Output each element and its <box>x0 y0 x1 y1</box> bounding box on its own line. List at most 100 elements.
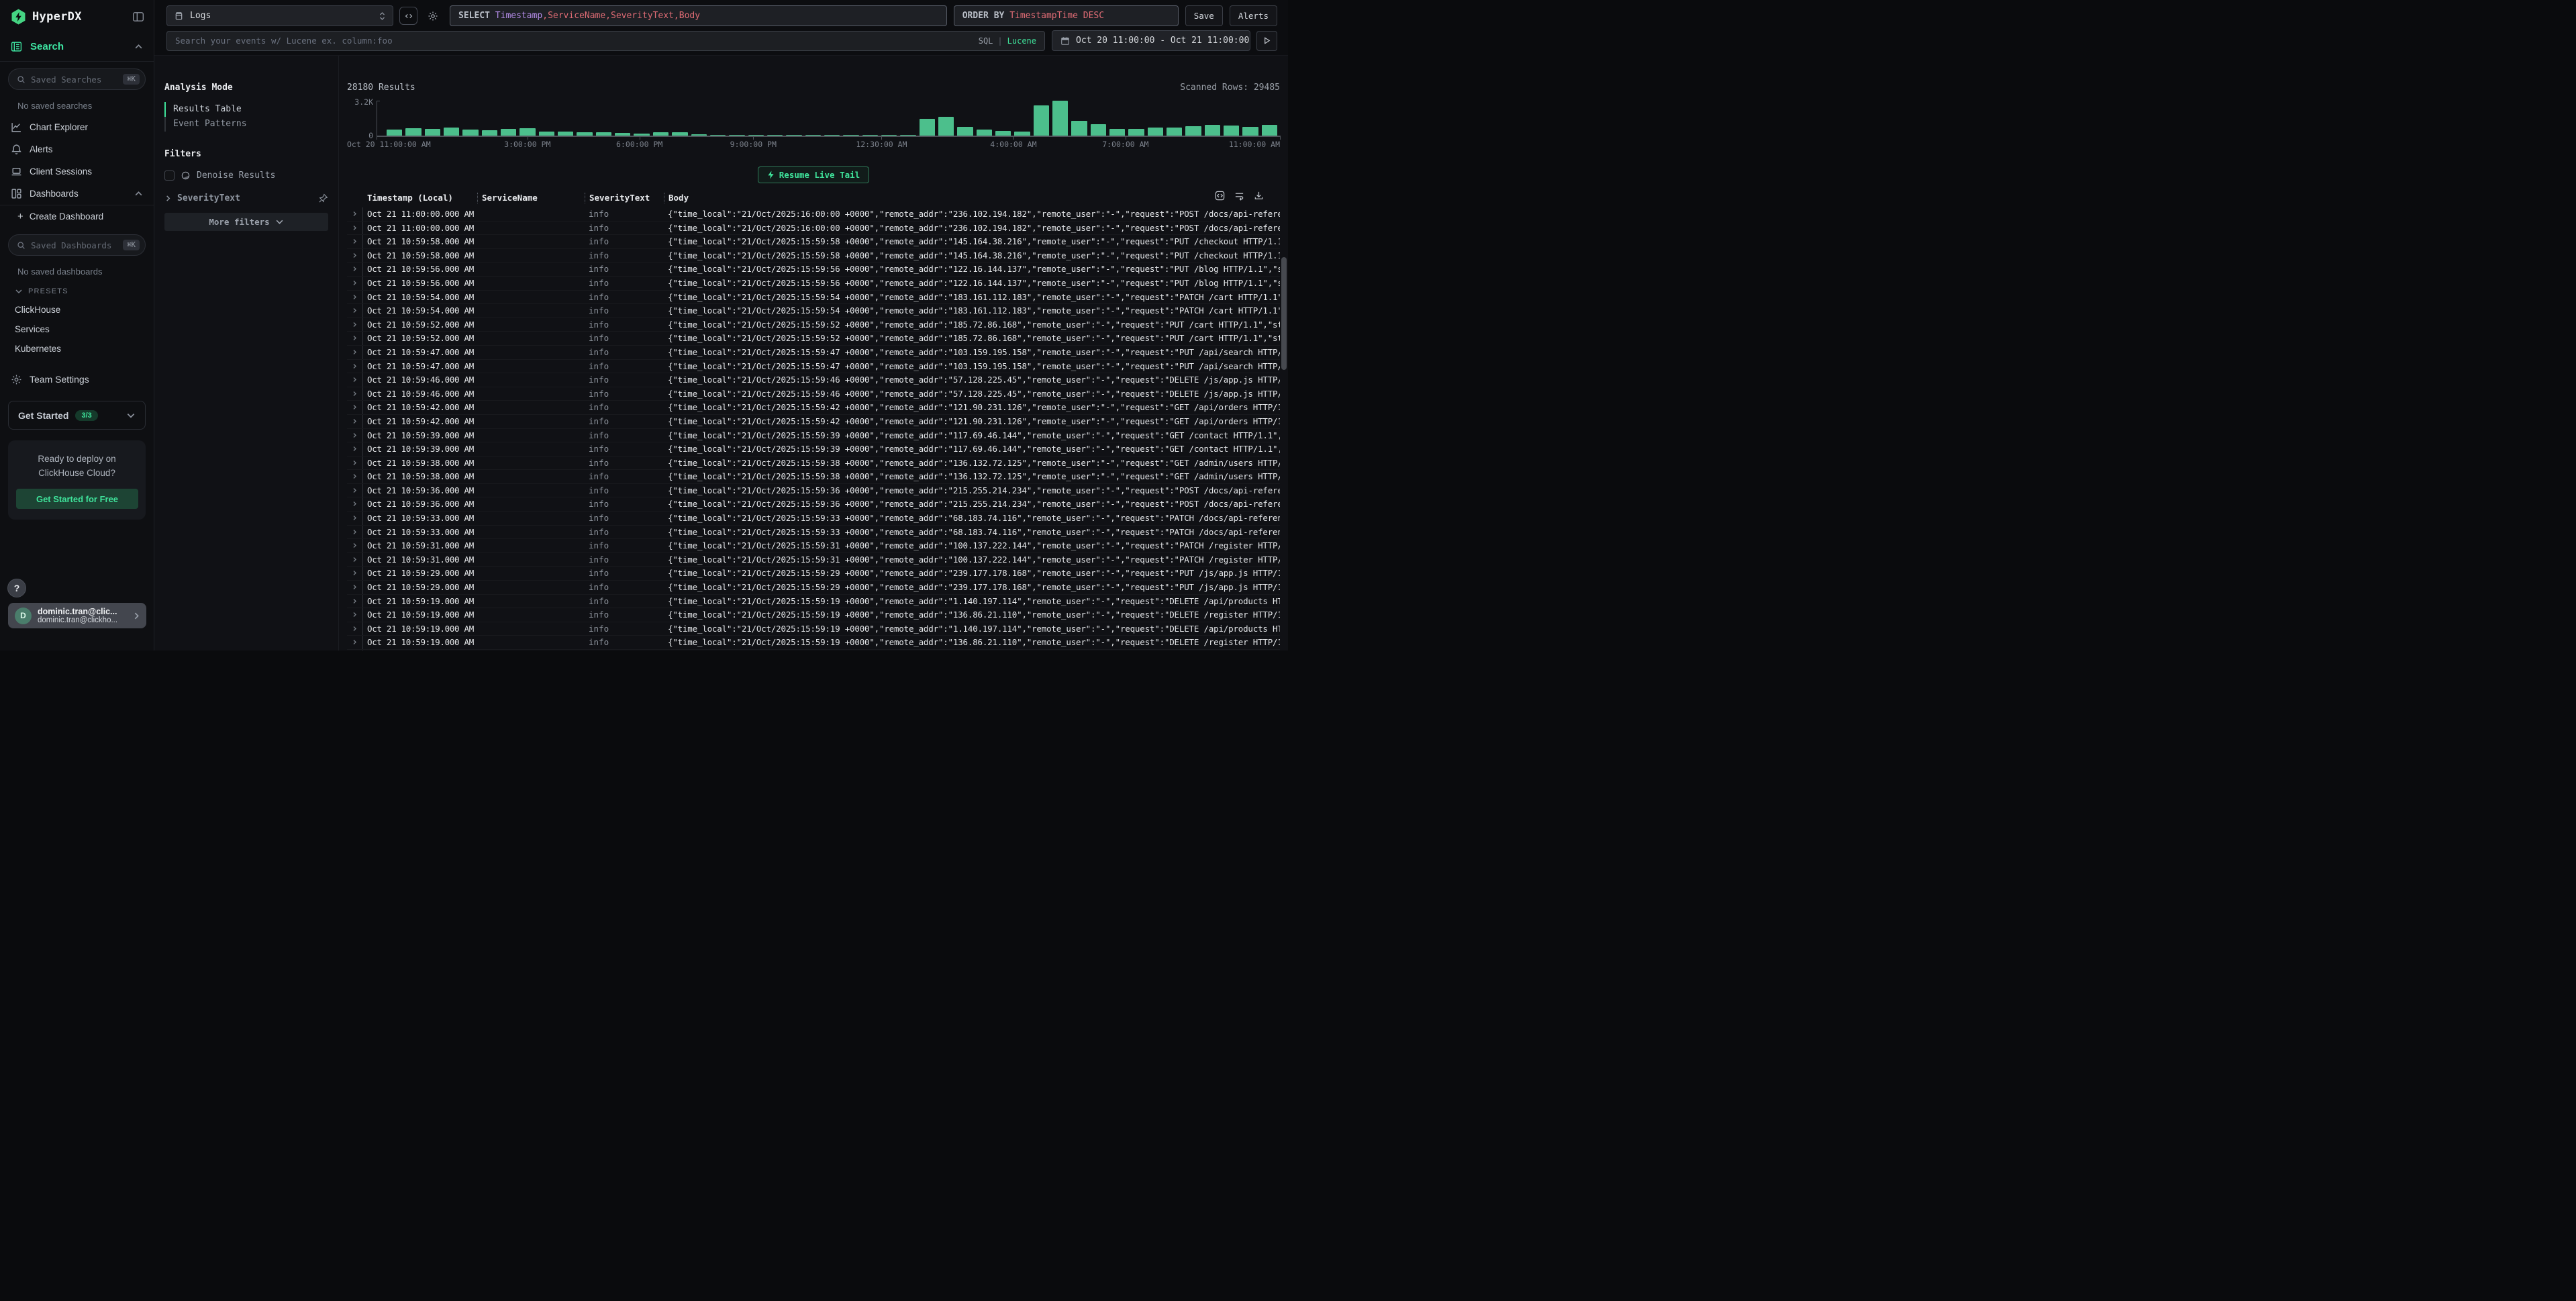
table-row[interactable]: Oct 21 10:59:39.000 AMinfo{"time_local":… <box>347 429 1280 443</box>
chart-bar[interactable] <box>691 134 707 136</box>
chart-bar[interactable] <box>1224 126 1239 136</box>
chevron-up-icon[interactable] <box>134 42 143 51</box>
table-row[interactable]: Oct 21 10:59:58.000 AMinfo{"time_local":… <box>347 235 1280 249</box>
chart-bar[interactable] <box>900 135 915 136</box>
table-row[interactable]: Oct 21 10:59:47.000 AMinfo{"time_local":… <box>347 360 1280 374</box>
table-row[interactable]: Oct 21 10:59:29.000 AMinfo{"time_local":… <box>347 567 1280 581</box>
table-row[interactable]: Oct 21 11:00:00.000 AMinfo{"time_local":… <box>347 222 1280 236</box>
expand-icon[interactable] <box>347 553 363 567</box>
sidebar-collapse-icon[interactable] <box>132 11 144 23</box>
table-code-view-icon[interactable] <box>1215 191 1225 201</box>
chart-bar[interactable] <box>425 129 440 136</box>
chart-bar[interactable] <box>1185 126 1201 136</box>
chart-bar[interactable] <box>1242 127 1258 136</box>
expand-icon[interactable] <box>347 526 363 539</box>
preset-item-services[interactable]: Services <box>15 324 154 334</box>
chart-bar[interactable] <box>387 130 402 136</box>
table-row[interactable]: Oct 21 10:59:52.000 AMinfo{"time_local":… <box>347 332 1280 346</box>
user-menu[interactable]: D dominic.tran@clic... dominic.tran@clic… <box>8 603 146 628</box>
table-row[interactable]: Oct 21 10:59:47.000 AMinfo{"time_local":… <box>347 346 1280 360</box>
chart-bar[interactable] <box>577 132 592 136</box>
expand-icon[interactable] <box>347 608 363 622</box>
chart-bar[interactable] <box>482 130 497 136</box>
sidebar-item-search[interactable]: Search <box>0 32 154 62</box>
chart-bar[interactable] <box>1128 129 1144 136</box>
table-row[interactable]: Oct 21 10:59:29.000 AMinfo{"time_local":… <box>347 581 1280 595</box>
expand-icon[interactable] <box>347 277 363 290</box>
expand-icon[interactable] <box>347 249 363 262</box>
expand-icon[interactable] <box>347 207 363 221</box>
chart-bar[interactable] <box>558 132 573 136</box>
source-settings-gear-icon[interactable] <box>424 7 442 25</box>
saved-dashboards-input[interactable]: Saved Dashboards ⌘K <box>8 234 146 256</box>
expand-icon[interactable] <box>347 636 363 649</box>
denoise-results-toggle[interactable]: Denoise Results <box>164 171 328 181</box>
chart-bar[interactable] <box>1034 105 1049 136</box>
chart-bar[interactable] <box>1262 125 1277 136</box>
mode-event-patterns[interactable]: Event Patterns <box>164 117 328 132</box>
run-query-button[interactable] <box>1256 31 1277 51</box>
preset-item-clickhouse[interactable]: ClickHouse <box>15 305 154 315</box>
table-row[interactable]: Oct 21 10:59:42.000 AMinfo{"time_local":… <box>347 415 1280 429</box>
alerts-button[interactable]: Alerts <box>1230 5 1277 26</box>
chart-bar[interactable] <box>1109 129 1125 136</box>
save-button[interactable]: Save <box>1185 5 1223 26</box>
table-row[interactable]: Oct 21 10:59:36.000 AMinfo{"time_local":… <box>347 497 1280 512</box>
chart-bar[interactable] <box>462 130 478 136</box>
header-severitytext[interactable]: SeverityText <box>585 193 664 203</box>
header-servicename[interactable]: ServiceName <box>477 193 585 203</box>
expand-icon[interactable] <box>347 567 363 580</box>
expand-icon[interactable] <box>347 429 363 442</box>
sidebar-item-dashboards[interactable]: Dashboards <box>0 183 154 205</box>
table-row[interactable]: Oct 21 10:59:58.000 AMinfo{"time_local":… <box>347 249 1280 263</box>
table-row[interactable]: Oct 21 10:59:31.000 AMinfo{"time_local":… <box>347 539 1280 553</box>
table-row[interactable]: Oct 21 10:59:46.000 AMinfo{"time_local":… <box>347 387 1280 401</box>
facet-severitytext[interactable]: SeverityText <box>164 193 328 203</box>
chart-bar[interactable] <box>653 132 668 136</box>
header-body[interactable]: Body <box>664 193 1280 203</box>
chart-bar[interactable] <box>1014 132 1030 136</box>
chart-bar[interactable] <box>1052 101 1068 136</box>
chart-bar[interactable] <box>405 128 421 136</box>
chart-bar[interactable] <box>805 135 821 136</box>
sidebar-item-client-sessions[interactable]: Client Sessions <box>0 160 154 183</box>
chart-bar[interactable] <box>1167 128 1182 136</box>
sidebar-item-team-settings[interactable]: Team Settings <box>0 371 154 387</box>
time-range-picker[interactable]: Oct 20 11:00:00 - Oct 21 11:00:00 <box>1052 30 1250 51</box>
get-started-toggle[interactable]: Get Started 3/3 <box>8 401 146 430</box>
select-columns-input[interactable]: SELECT Timestamp,ServiceName,SeverityTex… <box>450 5 947 26</box>
pin-icon[interactable] <box>318 193 328 203</box>
expand-icon[interactable] <box>347 291 363 304</box>
chart-bar[interactable] <box>1148 128 1163 136</box>
table-row[interactable]: Oct 21 10:59:19.000 AMinfo{"time_local":… <box>347 608 1280 622</box>
order-by-input[interactable]: ORDER BY TimestampTime DESC <box>954 5 1179 26</box>
chart-bar[interactable] <box>634 134 649 136</box>
expand-icon[interactable] <box>347 360 363 373</box>
chart-bar[interactable] <box>1091 124 1106 136</box>
expand-icon[interactable] <box>347 304 363 318</box>
table-row[interactable]: Oct 21 10:59:54.000 AMinfo{"time_local":… <box>347 304 1280 318</box>
chevron-up-icon[interactable] <box>134 189 143 198</box>
table-row[interactable]: Oct 21 10:59:19.000 AMinfo{"time_local":… <box>347 636 1280 650</box>
table-row[interactable]: Oct 21 10:59:31.000 AMinfo{"time_local":… <box>347 553 1280 567</box>
expand-icon[interactable] <box>347 581 363 594</box>
table-row[interactable]: Oct 21 10:59:42.000 AMinfo{"time_local":… <box>347 401 1280 415</box>
expand-icon[interactable] <box>347 484 363 497</box>
table-row[interactable]: Oct 21 10:59:19.000 AMinfo{"time_local":… <box>347 595 1280 609</box>
table-row[interactable]: Oct 21 10:59:56.000 AMinfo{"time_local":… <box>347 277 1280 291</box>
source-select[interactable]: Logs <box>166 5 393 26</box>
language-sql-option[interactable]: SQL <box>979 36 993 46</box>
sidebar-item-chart-explorer[interactable]: Chart Explorer <box>0 116 154 138</box>
preset-item-kubernetes[interactable]: Kubernetes <box>15 344 154 354</box>
expand-icon[interactable] <box>347 373 363 387</box>
wrap-lines-icon[interactable] <box>1234 191 1244 201</box>
denoise-checkbox[interactable] <box>164 171 175 181</box>
table-row[interactable]: Oct 21 10:59:39.000 AMinfo{"time_local":… <box>347 442 1280 456</box>
expand-icon[interactable] <box>347 235 363 248</box>
language-lucene-option[interactable]: Lucene <box>1007 36 1036 46</box>
chart-bar[interactable] <box>519 128 535 136</box>
expand-icon[interactable] <box>347 470 363 483</box>
table-row[interactable]: Oct 21 11:00:00.000 AMinfo{"time_local":… <box>347 207 1280 222</box>
table-row[interactable]: Oct 21 10:59:38.000 AMinfo{"time_local":… <box>347 470 1280 484</box>
chart-bar[interactable] <box>615 133 630 136</box>
